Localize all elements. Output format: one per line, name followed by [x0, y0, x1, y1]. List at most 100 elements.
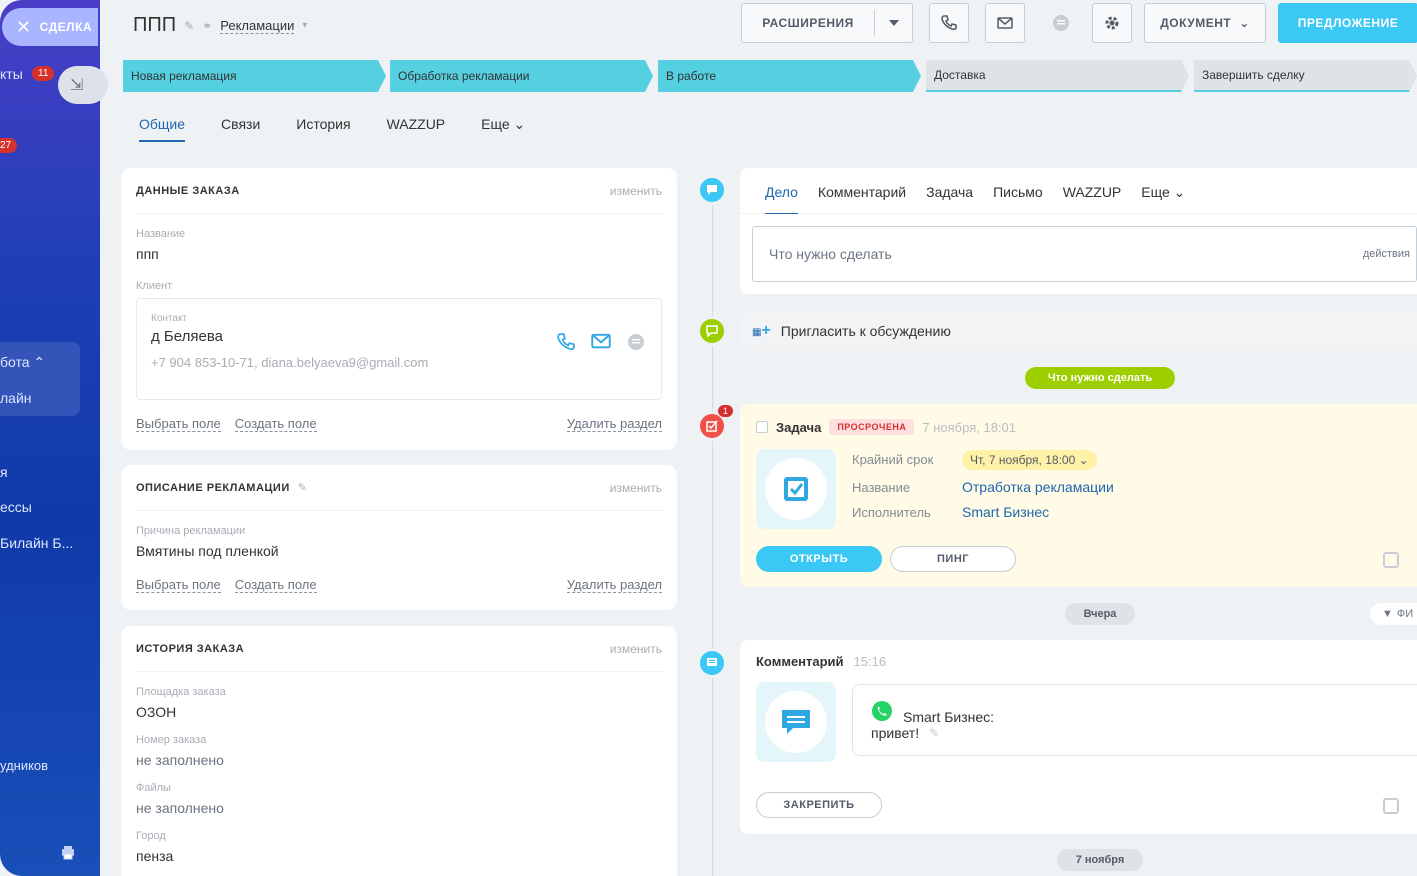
collapse-button[interactable]: ⇲ [58, 66, 108, 104]
stage-new-claim[interactable]: Новая рекламация [123, 60, 386, 92]
chat-icon[interactable] [627, 333, 645, 351]
filter-button[interactable]: ▼ ФИ [1370, 603, 1417, 625]
stage-bar: Новая рекламация Обработка рекламации В … [123, 60, 1417, 92]
field-label: Файлы [136, 782, 171, 794]
page-title-area: ППП ✎ ⚭ Рекламации ▾ [133, 14, 307, 37]
tab-comment[interactable]: Комментарий [818, 184, 906, 213]
category-select[interactable]: Рекламации [220, 18, 295, 34]
deadline-value[interactable]: Чт, 7 ноября, 18:00 ⌄ [962, 450, 1097, 470]
invite-to-discussion[interactable]: ▦+ Пригласить к обсуждению [740, 311, 1417, 351]
settings-button[interactable] [1092, 3, 1132, 43]
close-icon: ✕ [16, 17, 32, 37]
task-counter-badge: 1 [718, 405, 734, 417]
field-label: Клиент [136, 280, 173, 292]
comment-title: Комментарий [756, 654, 844, 669]
note-icon[interactable] [1383, 552, 1399, 568]
arrow-down-right-icon: ⇲ [70, 77, 84, 94]
tab-email[interactable]: Письмо [993, 184, 1043, 213]
card-title: ДАННЫЕ ЗАКАЗА [136, 184, 240, 197]
card-title: ИСТОРИЯ ЗАКАЗА [136, 642, 245, 655]
deal-close-tab[interactable]: ✕ СДЕЛКА [2, 8, 98, 46]
task-title: Задача [776, 419, 822, 435]
tab-history[interactable]: История [296, 116, 350, 142]
edit-link[interactable]: изменить [610, 642, 662, 656]
actions-link[interactable]: действия [1363, 248, 1410, 260]
stage-delivery[interactable]: Доставка [926, 60, 1189, 92]
timeline-comment-icon [697, 648, 727, 678]
pencil-icon[interactable]: ✎ [184, 19, 194, 33]
ping-button[interactable]: ПИНГ [890, 546, 1016, 572]
chevron-down-icon: ⌄ [513, 116, 526, 132]
tab-task[interactable]: Задача [926, 184, 973, 213]
sidebar-item[interactable]: я [0, 464, 8, 480]
comment-type-icon [756, 682, 836, 762]
contact-details: +7 904 853-10-71, diana.belyaeva9@gmail.… [151, 355, 429, 370]
field-value: ОЗОН [136, 704, 177, 720]
sidebar-item-beeline[interactable]: Билайн Б... [0, 535, 73, 551]
chevron-down-icon: ⌄ [1239, 16, 1250, 30]
page-title: ППП [133, 14, 177, 36]
envelope-icon [997, 17, 1013, 29]
counter-badge: 11 [32, 66, 55, 81]
offer-button[interactable]: ПРЕДЛОЖЕНИЕ [1278, 3, 1417, 43]
sidebar-item-processes[interactable]: ессы [0, 499, 32, 515]
envelope-icon[interactable] [591, 333, 611, 349]
pencil-icon[interactable]: ✎ [929, 726, 939, 740]
tab-wazzup[interactable]: WAZZUP [387, 116, 446, 142]
pin-button[interactable]: ЗАКРЕПИТЬ [756, 792, 882, 818]
call-button[interactable] [929, 3, 969, 43]
edit-link[interactable]: изменить [610, 481, 662, 495]
contact-label: Контакт [151, 313, 188, 324]
task-type-icon [756, 449, 836, 529]
create-field-link[interactable]: Создать поле [234, 416, 317, 432]
comment-time: 15:16 [853, 654, 887, 669]
tab-activity[interactable]: Дело [765, 184, 798, 214]
pencil-icon[interactable]: ✎ [298, 481, 308, 494]
comment-bubble: Smart Бизнес: привет! ✎ [852, 684, 1417, 756]
order-data-card: ДАННЫЕ ЗАКАЗА изменить Название ппп Клие… [121, 168, 677, 450]
chevron-down-icon[interactable] [874, 10, 912, 36]
card-title: ОПИСАНИЕ РЕКЛАМАЦИИ [136, 481, 290, 494]
stage-finish-deal[interactable]: Завершить сделку [1194, 60, 1417, 92]
tab-more[interactable]: Еще ⌄ [481, 116, 525, 142]
chevron-down-icon[interactable]: ▾ [302, 20, 307, 31]
select-field-link[interactable]: Выбрать поле [136, 577, 221, 593]
tab-links[interactable]: Связи [221, 116, 260, 142]
field-value: не заполнено [136, 752, 224, 768]
sidebar-item-contacts[interactable]: кты [0, 66, 23, 82]
phone-icon[interactable] [557, 333, 575, 351]
document-button[interactable]: ДОКУМЕНТ ⌄ [1144, 3, 1266, 43]
select-field-link[interactable]: Выбрать поле [136, 416, 221, 432]
stage-processing[interactable]: Обработка рекламации [390, 60, 653, 92]
field-label: Причина рекламации [136, 525, 246, 537]
printer-icon[interactable] [60, 844, 76, 860]
chat-button[interactable] [1041, 3, 1081, 43]
tab-general[interactable]: Общие [139, 116, 186, 142]
tab-wazzup[interactable]: WAZZUP [1063, 184, 1122, 213]
edit-link[interactable]: изменить [610, 184, 662, 198]
create-field-link[interactable]: Создать поле [234, 577, 317, 593]
extensions-button[interactable]: РАСШИРЕНИЯ [741, 3, 913, 43]
stage-in-progress[interactable]: В работе [658, 60, 921, 92]
claim-description-card: ОПИСАНИЕ РЕКЛАМАЦИИ ✎ изменить Причина ре… [121, 465, 677, 610]
task-date: 7 ноября, 18:01 [922, 419, 1017, 435]
todo-input[interactable]: Что нужно сделать действия [752, 226, 1417, 282]
email-button[interactable] [985, 3, 1025, 43]
sidebar-item-work[interactable]: бота ⌃ [0, 354, 45, 371]
timeline-activity-icon [697, 175, 727, 205]
delete-section-link[interactable]: Удалить раздел [566, 416, 662, 432]
task-checkbox[interactable] [756, 421, 768, 433]
open-task-button[interactable]: ОТКРЫТЬ [756, 546, 882, 572]
whatsapp-icon [872, 701, 892, 721]
sidebar-item-employees[interactable]: удников [0, 758, 48, 773]
note-icon[interactable] [1383, 798, 1399, 814]
delete-section-link[interactable]: Удалить раздел [566, 577, 662, 593]
activity-editor: Дело Комментарий Задача Письмо WAZZUP Ещ… [740, 168, 1417, 294]
order-history-card: ИСТОРИЯ ЗАКАЗА изменить Площадка заказа … [121, 626, 677, 876]
name-label: Название [852, 480, 911, 495]
tab-more[interactable]: Еще ⌄ [1141, 184, 1185, 213]
sidebar-item-online[interactable]: лайн [0, 390, 32, 406]
assignee-link[interactable]: Smart Бизнес [962, 504, 1049, 520]
task-name-link[interactable]: Отработка рекламации [962, 479, 1114, 495]
main-tabs: Общие Связи История WAZZUP Еще ⌄ [139, 116, 525, 142]
